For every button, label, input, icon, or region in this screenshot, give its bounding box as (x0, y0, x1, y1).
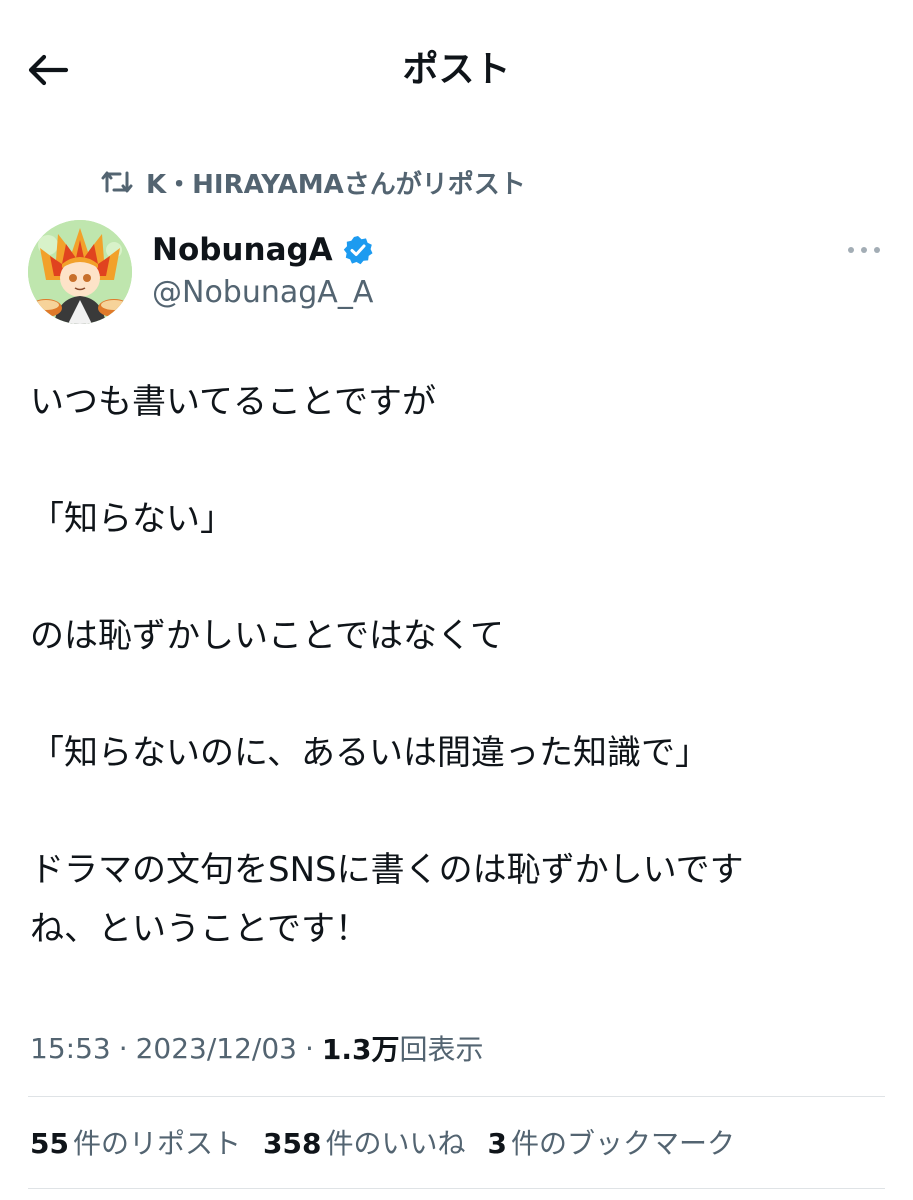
more-icon (848, 247, 880, 253)
tweet-line: いつも書いてることですが (30, 382, 436, 422)
bookmarks-stat[interactable]: 3 件のブックマーク (487, 1122, 735, 1162)
post-meta: 15:53 · 2023/12/03 · 1.3万 回表示 (30, 1026, 484, 1070)
divider (28, 1096, 885, 1097)
author-handle[interactable]: @NobunagA_A (152, 272, 373, 314)
likes-label: 件のいいね (325, 1127, 466, 1160)
header-bar: ポスト (0, 30, 913, 110)
views-count: 1.3万 (321, 1033, 400, 1066)
reposts-label: 件のリポスト (72, 1127, 241, 1160)
tweet-line: ドラマの文句をSNSに書くのは恥ずかしいです (30, 850, 744, 890)
tweet-text: いつも書いてることですが 「知らない」 のは恥ずかしいことではなくて 「知らない… (30, 380, 880, 952)
post-date[interactable]: 2023/12/03 (136, 1032, 297, 1065)
bookmarks-count: 3 (487, 1127, 507, 1160)
tweet-line: 「知らない」 (30, 499, 234, 539)
meta-separator: · (305, 1031, 314, 1065)
likes-stat[interactable]: 358 件のいいね (263, 1122, 465, 1162)
reposts-count: 55 (30, 1127, 69, 1160)
more-options-button[interactable] (840, 232, 888, 268)
verified-badge-icon (343, 235, 373, 265)
engagement-stats: 55 件のリポスト 358 件のいいね 3 件のブックマーク (30, 1120, 735, 1164)
divider (28, 1188, 885, 1189)
bookmarks-label: 件のブックマーク (510, 1127, 735, 1160)
tweet-line: のは恥ずかしいことではなくて (30, 616, 504, 656)
author-name[interactable]: NobunagA (152, 232, 333, 268)
author-name-row[interactable]: NobunagA (152, 228, 373, 272)
meta-separator: · (118, 1031, 128, 1065)
views-label: 回表示 (399, 1033, 484, 1066)
likes-count: 358 (262, 1127, 322, 1160)
post-detail-screen: ポスト K・HIRAYAMAさんがリポスト NobunagA @NobunagA… (0, 0, 913, 1200)
repost-text: K・HIRAYAMAさんがリポスト (146, 169, 526, 200)
repost-indicator[interactable]: K・HIRAYAMAさんがリポスト (100, 160, 526, 204)
page-title: ポスト (402, 49, 511, 90)
avatar[interactable] (28, 220, 132, 324)
post-time[interactable]: 15:53 (30, 1032, 111, 1065)
tweet-line: ね、ということです！ (30, 909, 369, 949)
repost-icon (100, 165, 134, 199)
tweet-line: 「知らないのに、あるいは間違った知識で」 (30, 733, 709, 773)
reposts-stat[interactable]: 55 件のリポスト (30, 1122, 241, 1162)
